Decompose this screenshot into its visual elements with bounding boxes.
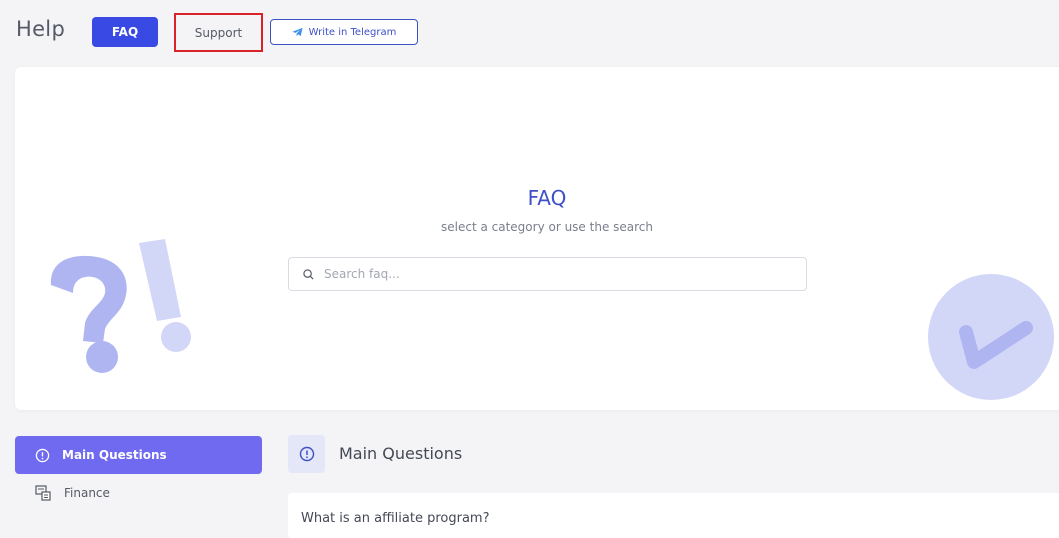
faq-tab-button[interactable]: FAQ [92, 17, 158, 47]
top-bar: Help FAQ Support Write in Telegram [0, 0, 1059, 60]
telegram-icon [292, 27, 303, 37]
faq-search-input[interactable] [324, 267, 784, 281]
page-title: Help [16, 17, 66, 41]
telegram-button-label: Write in Telegram [308, 26, 397, 38]
support-tab-button[interactable]: Support [174, 13, 263, 52]
info-circle-icon [35, 448, 50, 462]
section-info-icon-box [288, 435, 325, 473]
sidebar-item-label: Main Questions [62, 448, 167, 462]
faq-question-text: What is an affiliate program? [301, 511, 490, 526]
sidebar-item-finance[interactable]: Finance [15, 478, 262, 508]
section-title: Main Questions [339, 444, 463, 463]
sidebar-item-main-questions[interactable]: Main Questions [15, 436, 262, 474]
faq-search-box[interactable] [288, 257, 807, 291]
write-in-telegram-button[interactable]: Write in Telegram [270, 19, 418, 45]
search-icon [303, 268, 314, 280]
finance-icon [35, 485, 51, 501]
faq-hero-panel: FAQ select a category or use the search [15, 67, 1059, 410]
sidebar-item-label: Finance [64, 486, 110, 500]
info-circle-icon [299, 446, 314, 462]
faq-subtitle: select a category or use the search [441, 220, 653, 234]
question-exclamation-decoration-icon [50, 239, 191, 373]
faq-question-item[interactable]: What is an affiliate program? [288, 493, 1059, 538]
checkmark-circle-decoration-icon [928, 274, 1054, 400]
faq-heading: FAQ [527, 186, 567, 210]
